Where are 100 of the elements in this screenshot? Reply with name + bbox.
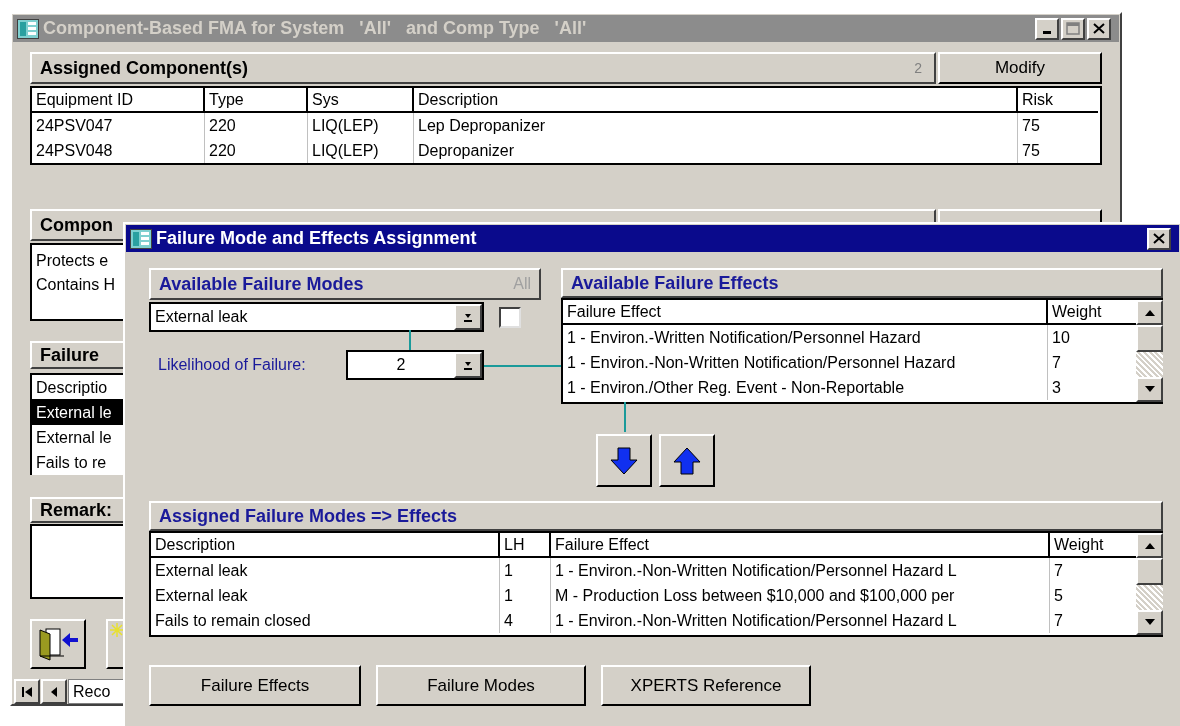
table-cell: M - Production Loss between $10,000 and $100,000 per [551,583,1050,608]
scrollbar[interactable] [1136,300,1163,402]
panel-title: Assigned Component(s) [40,56,248,80]
maximize-button[interactable] [1061,17,1085,40]
scroll-thumb[interactable] [1136,558,1163,585]
unassign-up-button[interactable] [659,434,715,487]
column-header: Equipment ID [32,88,205,111]
previous-icon [49,685,59,698]
dropdown-button[interactable] [454,352,482,378]
down-arrow-icon [1143,386,1156,393]
dropdown-value: 2 [395,355,407,375]
table-cell-text: 3 [1051,378,1062,398]
table-cell: 24PSV047 [32,113,205,138]
column-header: Failure Effect [563,300,1048,323]
column-header: Weight [1053,535,1105,555]
close-icon [1153,233,1165,244]
exit-button[interactable] [30,619,86,669]
window-list-icon [130,228,152,249]
panel-title: Failure [40,343,100,367]
table-cell-text: 10 [1051,328,1071,348]
dropdown-arrow-icon [463,311,473,323]
panel-title: Available Failure Effects [571,271,779,295]
previous-record-button[interactable] [41,679,67,704]
table-cell: 1 - Environ./Other Reg. Event - Non-Reportable [563,375,1048,400]
table-cell: 1 [500,558,551,583]
table-cell: External leak [151,558,500,583]
likelihood-dropdown[interactable]: 2 [346,350,484,380]
column-header: Risk [1021,90,1055,110]
likelihood-label: Likelihood of Failure: [157,355,307,375]
dropdown-value: External leak [154,307,249,327]
window-title: Failure Mode and Effects Assignment [156,227,477,250]
panel-title: Remark: [40,498,113,522]
table-cell: 1 - Environ.-Non-Written Notification/Personnel Hazard L [551,558,1050,583]
checkbox[interactable] [499,306,521,328]
column-header: Sys [308,88,414,111]
table-cell-text: 75 [1021,141,1041,161]
text-line: Protects e [36,251,109,271]
column-header: Description [414,88,1018,111]
modify-button[interactable]: Modify [938,52,1102,84]
table-cell: LIQ(LEP) [308,138,414,163]
down-arrow-icon [609,445,639,476]
dialog-button[interactable]: Failure Effects [149,665,361,706]
window-title: Component-Based FMA for System 'All' and Comp Type 'All' [43,17,587,40]
mode-dropdown[interactable]: External leak [149,302,484,332]
scrollbar[interactable] [1136,533,1163,635]
close-icon [1093,23,1105,34]
minimize-button[interactable] [1035,17,1059,40]
dropdown-arrow-icon [463,359,473,371]
sparkle-icon [110,623,124,637]
table-cell-text: 7 [1051,353,1062,373]
table-cell: 1 - Environ.-Non-Written Notification/Personnel Hazard [563,350,1048,375]
connector-line [624,402,626,432]
panel-title: Compon [40,213,113,237]
panel-title: Assigned Failure Modes => Effects [159,504,458,528]
scroll-down-button[interactable] [1136,377,1163,402]
up-arrow-icon [1143,542,1156,549]
table-cell-text: 5 [1053,586,1064,606]
close-button[interactable] [1147,227,1171,250]
dialog-button[interactable]: XPERTS Reference [601,665,811,706]
dialog-button[interactable]: Failure Modes [376,665,586,706]
scroll-up-button[interactable] [1136,533,1163,558]
table-cell: External leak [151,583,500,608]
table-cell: 1 [500,583,551,608]
column-header: Description [151,533,500,556]
down-arrow-icon [1143,619,1156,626]
column-header: LH [500,533,551,556]
first-icon [21,685,33,698]
table-cell: 4 [500,608,551,633]
table-cell: Lep Depropanizer [414,113,1018,138]
text-line: Contains H [36,275,116,295]
component-count: 2 [914,58,922,78]
table-cell: 1 - Environ.-Written Notification/Personnel Hazard [563,325,1048,350]
scroll-up-button[interactable] [1136,300,1163,325]
table-cell: Fails to remain closed [151,608,500,633]
table-cell: 1 - Environ.-Non-Written Notification/Personnel Hazard L [551,608,1050,633]
assign-down-button[interactable] [596,434,652,487]
up-arrow-icon [672,445,702,476]
table-cell: 220 [205,113,308,138]
table-cell-text: 75 [1021,116,1041,136]
table-cell-text: 7 [1053,611,1064,631]
column-header: Type [205,88,308,111]
scroll-thumb[interactable] [1136,325,1163,352]
first-record-button[interactable] [14,679,40,704]
connector-line [409,330,411,350]
table-cell: 220 [205,138,308,163]
table-cell: 24PSV048 [32,138,205,163]
column-header: Failure Effect [551,533,1050,556]
maximize-icon [1066,22,1080,35]
minimize-icon [1043,31,1051,34]
close-button[interactable] [1087,17,1111,40]
panel-title: Available Failure Modes [159,272,364,296]
column-header: Weight [1051,302,1103,322]
table-cell: Depropanizer [414,138,1018,163]
window-list-icon [17,18,39,39]
up-arrow-icon [1143,309,1156,316]
dropdown-button[interactable] [454,304,482,330]
table-cell: LIQ(LEP) [308,113,414,138]
scroll-down-button[interactable] [1136,610,1163,635]
table-cell-text: 7 [1053,561,1064,581]
door-arrow-icon [36,626,80,662]
